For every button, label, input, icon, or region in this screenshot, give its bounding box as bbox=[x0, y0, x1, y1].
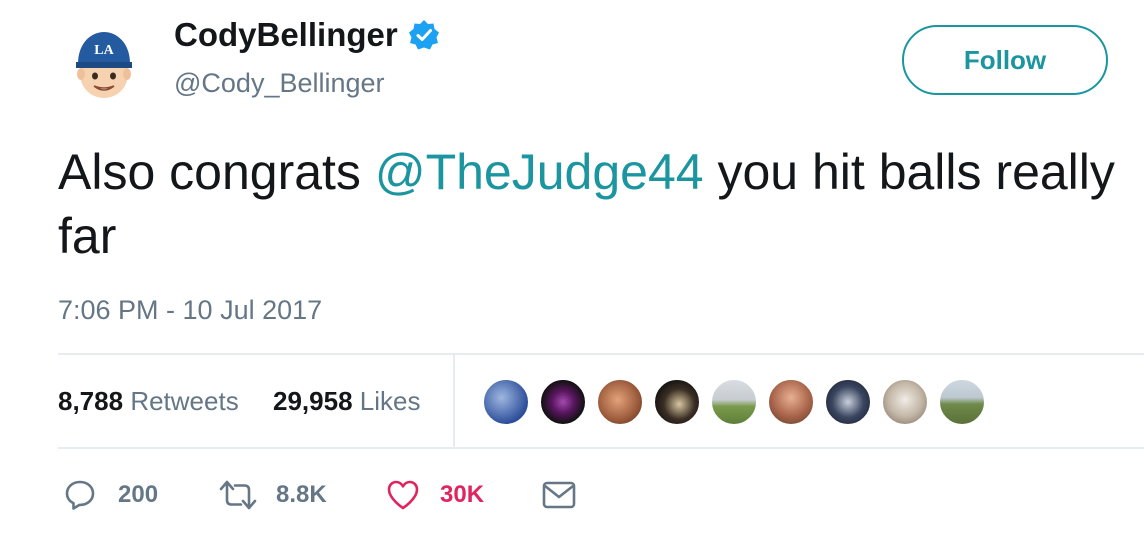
envelope-icon bbox=[542, 481, 576, 509]
verified-badge-icon bbox=[408, 20, 439, 50]
avatar[interactable]: LA bbox=[72, 28, 136, 100]
likes-count: 29,958 bbox=[273, 386, 353, 416]
liker-avatar-8[interactable] bbox=[881, 378, 929, 426]
reply-icon bbox=[65, 480, 95, 510]
liker-avatar-4[interactable] bbox=[653, 378, 701, 426]
heart-icon bbox=[387, 480, 419, 510]
retweet-button[interactable]: 8.8K bbox=[218, 472, 327, 518]
like-button[interactable]: 30K bbox=[386, 472, 484, 518]
follow-button[interactable]: Follow bbox=[902, 25, 1108, 95]
liker-avatar-2[interactable] bbox=[539, 378, 587, 426]
reply-button[interactable]: 200 bbox=[64, 472, 158, 518]
liker-avatar-3[interactable] bbox=[596, 378, 644, 426]
tweet-actions: 200 8.8K 30K bbox=[64, 472, 664, 518]
like-count: 30K bbox=[440, 481, 485, 508]
liker-avatar-9[interactable] bbox=[938, 378, 986, 426]
retweet-count: 8.8K bbox=[276, 481, 327, 508]
tweet-header: LA CodyBellinger @Cody_Bellinger Follow bbox=[0, 0, 1144, 120]
tweet-timestamp[interactable]: 7:06 PM - 10 Jul 2017 bbox=[58, 295, 322, 326]
direct-message-button[interactable] bbox=[542, 472, 576, 518]
retweets-count: 8,788 bbox=[58, 386, 124, 416]
retweets-label: Retweets bbox=[130, 386, 239, 416]
user-handle[interactable]: @Cody_Bellinger bbox=[174, 68, 385, 99]
likes-stat[interactable]: 29,958 Likes bbox=[273, 386, 420, 417]
liker-avatar-7[interactable] bbox=[824, 378, 872, 426]
likes-label: Likes bbox=[359, 386, 421, 416]
tweet-stats: 8,788 Retweets 29,958 Likes bbox=[58, 355, 1144, 447]
liker-avatar-6[interactable] bbox=[767, 378, 815, 426]
divider-bottom bbox=[58, 447, 1144, 449]
retweet-icon bbox=[219, 480, 257, 510]
display-name[interactable]: CodyBellinger bbox=[174, 16, 398, 54]
stats-separator bbox=[453, 355, 455, 447]
tweet-text-start: Also congrats bbox=[58, 144, 375, 200]
svg-text:LA: LA bbox=[94, 43, 114, 58]
tweet-text: Also congrats @TheJudge44 you hit balls … bbox=[58, 140, 1118, 268]
liker-avatar-5[interactable] bbox=[710, 378, 758, 426]
dodgers-cap-emoji-icon: LA bbox=[76, 32, 132, 98]
retweets-stat[interactable]: 8,788 Retweets bbox=[58, 386, 239, 417]
liker-avatar-1[interactable] bbox=[482, 378, 530, 426]
reply-count: 200 bbox=[118, 481, 159, 508]
mention-link[interactable]: @TheJudge44 bbox=[375, 144, 704, 200]
name-row: CodyBellinger bbox=[174, 16, 440, 54]
